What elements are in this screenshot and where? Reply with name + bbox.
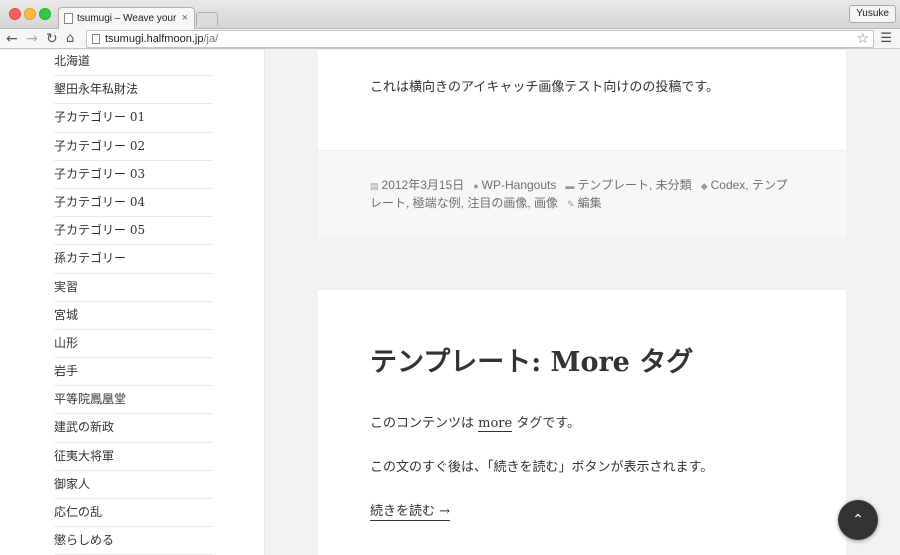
sidebar-category-item[interactable]: 宮城 xyxy=(54,302,212,330)
url-path: /ja/ xyxy=(203,33,219,45)
sidebar-category-item[interactable]: 山形 xyxy=(54,330,212,359)
window-maximize-icon[interactable] xyxy=(39,8,51,20)
sidebar-category-item[interactable]: 孫カテゴリー xyxy=(54,245,212,274)
page-icon xyxy=(92,34,100,44)
tab-close-icon[interactable]: × xyxy=(182,12,188,24)
tab-title: tsumugi – Weave your wor xyxy=(77,13,177,24)
paragraph-text: このコンテンツは xyxy=(370,416,479,431)
post-card-1: これは横向きのアイキャッチ画像テスト向けのの投稿です。 ▤ 2012年3月15日 ●… xyxy=(318,50,846,237)
post-title[interactable]: テンプレート: More タグ xyxy=(370,340,693,379)
post-meta: ▤ 2012年3月15日 ● WP-Hangouts ▬ テンプレート, 未分類 ◆ Code… xyxy=(370,177,790,213)
sidebar-category-item[interactable]: 子カテゴリー 05 xyxy=(54,217,212,246)
page-favicon-icon xyxy=(64,13,73,24)
sidebar-category-item[interactable]: 子カテゴリー 01 xyxy=(54,104,212,133)
browser-toolbar: ← → ↻ ⌂ tsumugi.halfmoon.jp/ja/ ☆ ☰ xyxy=(0,29,900,49)
sidebar-category-item[interactable]: 子カテゴリー 03 xyxy=(54,161,212,189)
post-card-2: テンプレート: More タグ このコンテンツは more タグです。 この文の… xyxy=(318,290,846,555)
post-footer: ▤ 2012年3月15日 ● WP-Hangouts ▬ テンプレート, 未分類 ◆ Code… xyxy=(318,150,846,237)
tag-icon: ◆ xyxy=(700,181,708,191)
read-more-link[interactable]: 続きを読む → xyxy=(370,500,451,521)
hamburger-menu-icon[interactable]: ☰ xyxy=(880,30,892,48)
browser-titlebar: tsumugi – Weave your wor × Yusuke xyxy=(0,0,900,30)
post-paragraph-2: この文のすぐ後は、「続きを読む」ボタンが表示されます。 xyxy=(370,460,714,475)
sidebar-category-item[interactable]: 平等院鳳凰堂 xyxy=(54,386,212,415)
home-icon[interactable]: ⌂ xyxy=(66,30,74,48)
url-host: tsumugi.halfmoon.jp xyxy=(105,33,204,45)
sidebar-category-item[interactable]: 北海道 xyxy=(54,50,212,77)
tag-links-line1[interactable]: Codex, テンプ xyxy=(711,178,788,192)
browser-tab[interactable]: tsumugi – Weave your wor × xyxy=(58,7,195,30)
sidebar-category-item[interactable]: 征夷大将軍 xyxy=(54,443,212,471)
sidebar-category-item[interactable]: 子カテゴリー 04 xyxy=(54,189,212,218)
sidebar-category-item[interactable]: 建武の新政 xyxy=(54,414,212,443)
url-text[interactable]: tsumugi.halfmoon.jp/ja/ xyxy=(105,32,218,47)
post-date-link[interactable]: 2012年3月15日 xyxy=(382,178,465,192)
author-icon: ● xyxy=(473,181,479,191)
reload-icon[interactable]: ↻ xyxy=(46,30,58,48)
sidebar-category-item[interactable]: 岩手 xyxy=(54,358,212,387)
sidebar-category-item[interactable]: 墾田永年私財法 xyxy=(54,76,212,105)
sidebar-category-item[interactable]: 懲らしめる xyxy=(54,527,212,555)
forward-arrow-icon[interactable]: → xyxy=(26,30,38,48)
category-links[interactable]: テンプレート, 未分類 xyxy=(577,178,691,192)
post-paragraph-1: このコンテンツは more タグです。 xyxy=(370,412,581,432)
author-link[interactable]: WP-Hangouts xyxy=(482,178,557,192)
sidebar-category-item[interactable]: 子カテゴリー 02 xyxy=(54,133,212,161)
page-viewport: 北海道 墾田永年私財法 子カテゴリー 01 子カテゴリー 02 子カテゴリー 03 子カテ… xyxy=(0,50,900,555)
paragraph-text: タグです。 xyxy=(512,416,581,431)
back-arrow-icon[interactable]: ← xyxy=(6,30,18,48)
pencil-icon: ✎ xyxy=(567,199,575,209)
scroll-to-top-button[interactable]: ⌃ xyxy=(838,500,878,540)
new-tab-button[interactable] xyxy=(196,12,218,26)
post-body: これは横向きのアイキャッチ画像テスト向けのの投稿です。 xyxy=(370,80,720,95)
folder-icon: ▬ xyxy=(565,181,575,191)
more-link[interactable]: more xyxy=(478,416,513,432)
profile-button[interactable]: Yusuke xyxy=(849,5,896,23)
edit-link[interactable]: 編集 xyxy=(578,196,602,210)
window-minimize-icon[interactable] xyxy=(24,8,36,20)
calendar-icon: ▤ xyxy=(370,181,379,191)
address-bar[interactable]: tsumugi.halfmoon.jp/ja/ ☆ xyxy=(86,30,874,48)
sidebar: 北海道 墾田永年私財法 子カテゴリー 01 子カテゴリー 02 子カテゴリー 03 子カテ… xyxy=(0,50,265,555)
window-close-icon[interactable] xyxy=(9,8,21,20)
sidebar-category-item[interactable]: 御家人 xyxy=(54,471,212,499)
sidebar-category-item[interactable]: 実習 xyxy=(54,274,212,302)
category-list: 北海道 墾田永年私財法 子カテゴリー 01 子カテゴリー 02 子カテゴリー 03 子カテ… xyxy=(54,50,212,555)
star-icon[interactable]: ☆ xyxy=(856,31,869,47)
tag-links-line2[interactable]: レート, 極端な例, 注目の画像, 画像 xyxy=(370,196,558,210)
sidebar-category-item[interactable]: 応仁の乱 xyxy=(54,499,212,528)
